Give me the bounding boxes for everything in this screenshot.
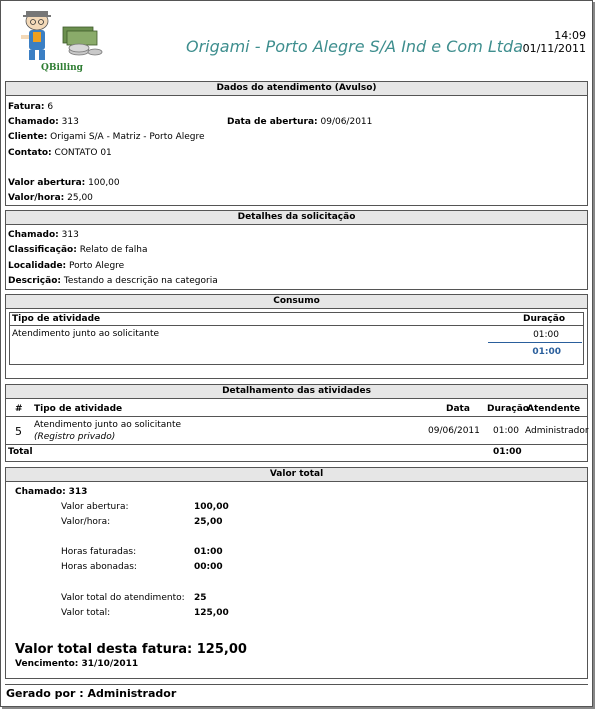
section-dados-atendimento: Dados do atendimento (Avulso) Fatura: 6 … [5,81,588,206]
valor-chamado-line: Chamado: 313 [15,487,88,497]
horas-abonadas-value: 00:00 [194,562,223,572]
row-atendente: Administrador [525,426,589,436]
report-header: QBilling Origami - Porto Alegre S/A Ind … [1,1,592,79]
valor-hora-value: 25,00 [194,517,223,527]
section-title: Detalhamento das atividades [6,385,587,399]
fatura-total: Valor total desta fatura: 125,00 [15,642,247,657]
row-duracao: 01:00 [493,426,519,436]
consumo-row-tipo: Atendimento junto ao solicitante [12,329,160,339]
valor-abertura-line: Valor abertura: 100,00 [8,178,120,188]
gerado-por: Gerado por : Administrador [6,687,177,700]
chamado-line: Chamado: 313 [8,117,79,127]
section-detalhamento-atividades: Detalhamento das atividades # Tipo de at… [5,384,589,462]
consumo-total-duracao: 01:00 [532,347,561,357]
valor-total-value: 125,00 [194,608,229,618]
section-title: Detalhes da solicitação [6,211,587,225]
valor-abertura-label: Valor abertura: [61,502,129,512]
consumo-table: Tipo de atividade Duração Atendimento ju… [9,312,584,365]
col-duracao: Duração [523,314,565,324]
contato-line: Contato: CONTATO 01 [8,148,112,158]
col-num: # [15,404,23,414]
horas-faturadas-value: 01:00 [194,547,223,557]
company-name: Origami - Porto Alegre S/A Ind e Com Ltd… [186,37,524,56]
fatura-line: Fatura: 6 [8,102,54,112]
row-data: 09/06/2011 [428,426,480,436]
section-detalhes-solicitacao: Detalhes da solicitação Chamado: 313 Cla… [5,210,588,290]
localidade-line: Localidade: Porto Alegre [8,261,125,271]
duration-underline [488,342,582,343]
total-label: Total [8,447,33,457]
col-tipo-atividade: Tipo de atividade [12,314,101,324]
section-title: Consumo [6,295,587,309]
data-abertura-line: Data de abertura: 09/06/2011 [227,117,373,127]
valor-hora-label: Valor/hora: [61,517,111,527]
valor-total-atendimento-value: 25 [194,593,207,603]
valor-total-label: Valor total: [61,608,111,618]
col-tipo-atividade: Tipo de atividade [34,404,123,414]
detalhes-chamado-line: Chamado: 313 [8,230,79,240]
horas-abonadas-label: Horas abonadas: [61,562,137,572]
col-data: Data [446,404,470,414]
valor-hora-line: Valor/hora: 25,00 [8,193,93,203]
report-time: 14:09 [554,29,586,42]
report-date: 01/11/2011 [522,42,586,55]
col-atendente: Atendente [527,404,581,414]
logo-text: QBilling [41,63,84,73]
consumo-row-duracao: 01:00 [533,330,559,340]
header-divider [6,416,587,417]
total-divider [6,444,587,445]
qbilling-logo: QBilling [21,11,103,73]
total-duracao: 01:00 [493,447,522,457]
descricao-line: Descrição: Testando a descrição na categ… [8,276,218,286]
vencimento: Vencimento: 31/10/2011 [15,659,139,669]
row-tipo-atividade: Atendimento junto ao solicitante [34,420,182,430]
col-duracao: Duração [487,404,529,414]
section-consumo: Consumo Tipo de atividade Duração Atendi… [5,294,588,379]
cliente-line: Cliente: Origami S/A - Matriz - Porto Al… [8,132,205,142]
invoice-page: QBilling Origami - Porto Alegre S/A Ind … [0,0,593,707]
section-title: Valor total [6,468,587,482]
horas-faturadas-label: Horas faturadas: [61,547,137,557]
section-title: Dados do atendimento (Avulso) [6,82,587,96]
section-valor-total: Valor total Chamado: 313 Valor abertura:… [5,467,588,679]
valor-total-atendimento-label: Valor total do atendimento: [61,593,185,603]
consumo-table-header: Tipo de atividade Duração [10,313,583,326]
classificacao-line: Classificação: Relato de falha [8,245,148,255]
row-num: 5 [15,425,22,438]
row-registro-privado: (Registro privado) [34,432,116,442]
footer-divider [5,684,588,685]
valor-abertura-value: 100,00 [194,502,229,512]
